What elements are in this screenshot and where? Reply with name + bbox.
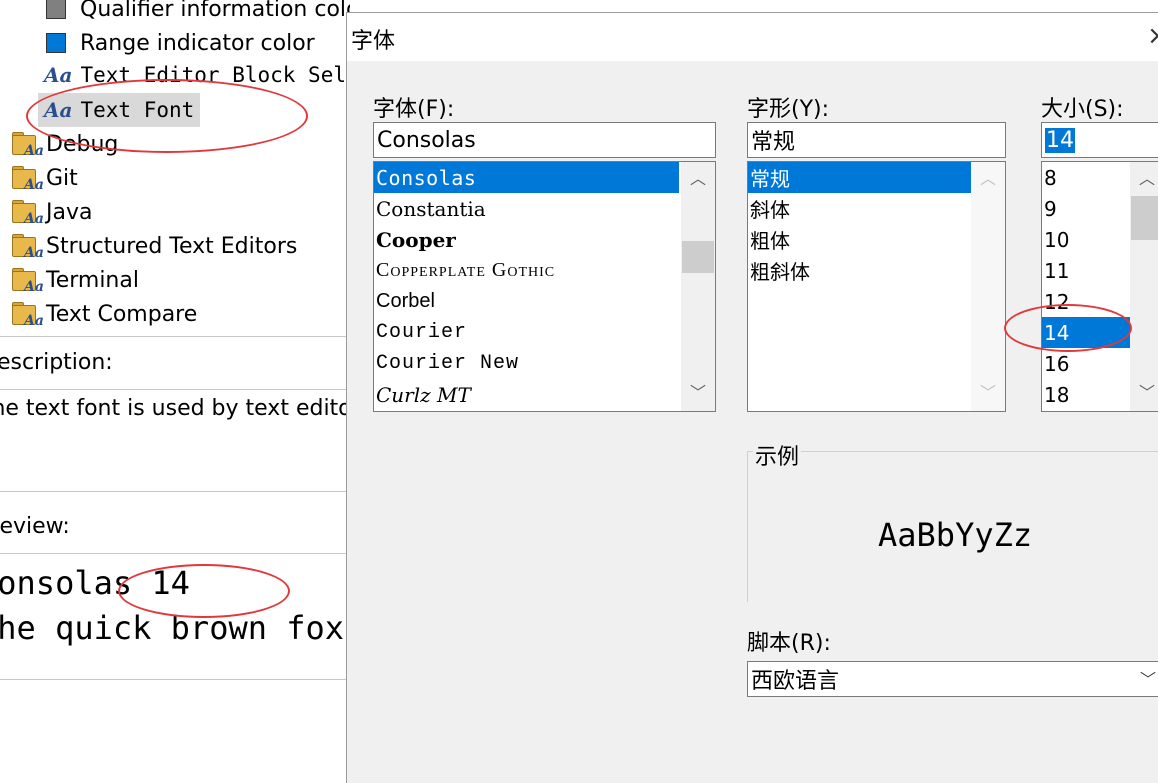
folder-icon: Aa	[10, 165, 44, 193]
description-label: Description:	[0, 350, 113, 375]
tree-folder-label: Java	[46, 199, 93, 225]
font-size-value: 14	[1045, 127, 1075, 153]
tree-folder-structured-text-editors[interactable]: Aa Structured Text Editors	[10, 230, 297, 262]
tree-folder-text-compare[interactable]: Aa Text Compare	[10, 298, 197, 330]
font-list-item[interactable]: Cooper	[374, 224, 679, 255]
preview-label: Preview:	[0, 514, 70, 539]
style-listbox[interactable]: 粗斜体 粗体 斜体 常规 ︿ ﹀	[747, 161, 1006, 412]
folder-icon: Aa	[10, 301, 44, 329]
script-label: 脚本(R):	[747, 631, 831, 656]
size-list-item[interactable]: 12	[1042, 286, 1130, 317]
tree-folder-label: Git	[46, 165, 78, 191]
size-list-item[interactable]: 10	[1042, 224, 1130, 255]
font-list-item[interactable]: Courier New	[374, 348, 679, 379]
divider	[0, 336, 350, 337]
dialog-title: 字体	[351, 29, 396, 54]
folder-icon: Aa	[10, 233, 44, 261]
font-list-item[interactable]: Constantia	[374, 193, 679, 224]
tree-folder-label: Terminal	[46, 267, 139, 293]
font-size-input[interactable]: 14	[1041, 122, 1158, 158]
qualifier-color-swatch	[46, 0, 66, 19]
tree-item-label: Qualifier information color	[80, 0, 350, 22]
style-list-item[interactable]: 斜体	[748, 193, 971, 224]
font-list-item[interactable]: Consolas	[374, 162, 679, 193]
style-list-item[interactable]: 粗斜体	[748, 255, 971, 286]
style-list-scrollbar: ︿ ﹀	[971, 162, 1005, 411]
tree-folder-label: Structured Text Editors	[46, 233, 298, 259]
divider	[0, 389, 350, 390]
font-list-scrollbar[interactable]: ︿ ﹀	[681, 162, 715, 411]
font-list-item[interactable]: Copperplate Gothic	[374, 255, 679, 286]
size-list-item[interactable]: 18	[1042, 379, 1130, 410]
scroll-down-icon[interactable]: ﹀	[1130, 378, 1158, 408]
tree-folder-git[interactable]: Aa Git	[10, 162, 78, 194]
folder-icon: Aa	[10, 131, 44, 159]
font-name-input[interactable]: Consolas	[373, 122, 716, 158]
scroll-thumb[interactable]	[1131, 196, 1158, 240]
size-list-item[interactable]: 14	[1042, 317, 1130, 348]
folder-icon: Aa	[10, 267, 44, 295]
chevron-down-icon: ﹀	[1140, 670, 1157, 689]
tree-folder-java[interactable]: Aa Java	[10, 196, 92, 228]
size-list-item[interactable]: 9	[1042, 193, 1130, 224]
divider	[0, 491, 350, 492]
font-list-item[interactable]: Curlz MT	[374, 379, 679, 410]
font-list-item[interactable]: Courier	[374, 317, 679, 348]
divider	[0, 679, 350, 680]
folder-icon: Aa	[10, 199, 44, 227]
preview-line-1: Consolas 14	[0, 564, 190, 602]
scroll-down-icon: ﹀	[979, 383, 996, 402]
description-text: The text font is used by text editors.	[0, 396, 350, 421]
tree-item-label: Text Font	[80, 98, 195, 122]
close-icon[interactable]: ×	[1147, 21, 1158, 51]
tree-folder-terminal[interactable]: Aa Terminal	[10, 264, 139, 296]
script-value: 西欧语言	[751, 669, 840, 694]
sample-text: AaBbYyZz	[878, 516, 1033, 554]
size-label: 大小(S):	[1041, 97, 1124, 122]
sample-label: 示例	[753, 439, 802, 471]
script-select[interactable]: 西欧语言 ﹀	[747, 661, 1158, 697]
font-style-input[interactable]: 常规	[747, 122, 1006, 158]
divider	[0, 553, 350, 554]
tree-folder-label: Text Compare	[46, 301, 198, 327]
size-list-item[interactable]: 11	[1042, 255, 1130, 286]
tree-item-text-font[interactable]: Aa Text Font	[38, 93, 201, 127]
font-icon: Aa	[44, 63, 73, 87]
preview-line-2: The quick brown fox	[0, 609, 345, 647]
tree-item-qualifier-color[interactable]: Qualifier information color	[46, 0, 350, 25]
style-label: 字形(Y):	[747, 97, 830, 122]
font-dialog: 字体 × 字体(F): Consolas Curlz MTCourier New…	[346, 12, 1158, 783]
tree-item-label: Text Editor Block Selection Font	[80, 63, 350, 87]
preferences-pane: Qualifier information color Range indica…	[0, 0, 350, 782]
tree-item-label: Range indicator color	[80, 30, 315, 56]
dialog-titlebar: 字体 ×	[347, 13, 1158, 61]
tree-item-editor-block-selection-font[interactable]: Aa Text Editor Block Selection Font	[44, 59, 350, 91]
scroll-up-icon[interactable]: ︿	[1130, 164, 1158, 194]
range-color-swatch	[46, 33, 66, 53]
scroll-thumb[interactable]	[682, 241, 714, 273]
font-listbox[interactable]: Curlz MT Courier New Courier Corbel Copperpl…	[373, 161, 716, 412]
scroll-up-icon: ︿	[979, 169, 996, 188]
font-label: 字体(F):	[373, 97, 455, 122]
style-list-item[interactable]: 常规	[748, 162, 971, 193]
style-list-item[interactable]: 粗体	[748, 224, 971, 255]
tree-folder-debug[interactable]: Aa Debug	[10, 128, 118, 160]
scroll-down-icon[interactable]: ﹀	[681, 378, 715, 408]
size-list-item[interactable]: 8	[1042, 162, 1130, 193]
size-list-item[interactable]: 16	[1042, 348, 1130, 379]
font-list-item[interactable]: Corbel	[374, 286, 679, 317]
size-list-scrollbar[interactable]: ︿ ﹀	[1130, 162, 1158, 411]
tree-folder-label: Debug	[46, 131, 119, 157]
tree-item-range-indicator-color[interactable]: Range indicator color	[46, 27, 315, 59]
scroll-up-icon[interactable]: ︿	[681, 164, 715, 194]
font-icon: Aa	[44, 98, 73, 122]
size-listbox[interactable]: 18 16 14 12 11 10 9 8 ︿ ﹀	[1041, 161, 1158, 412]
